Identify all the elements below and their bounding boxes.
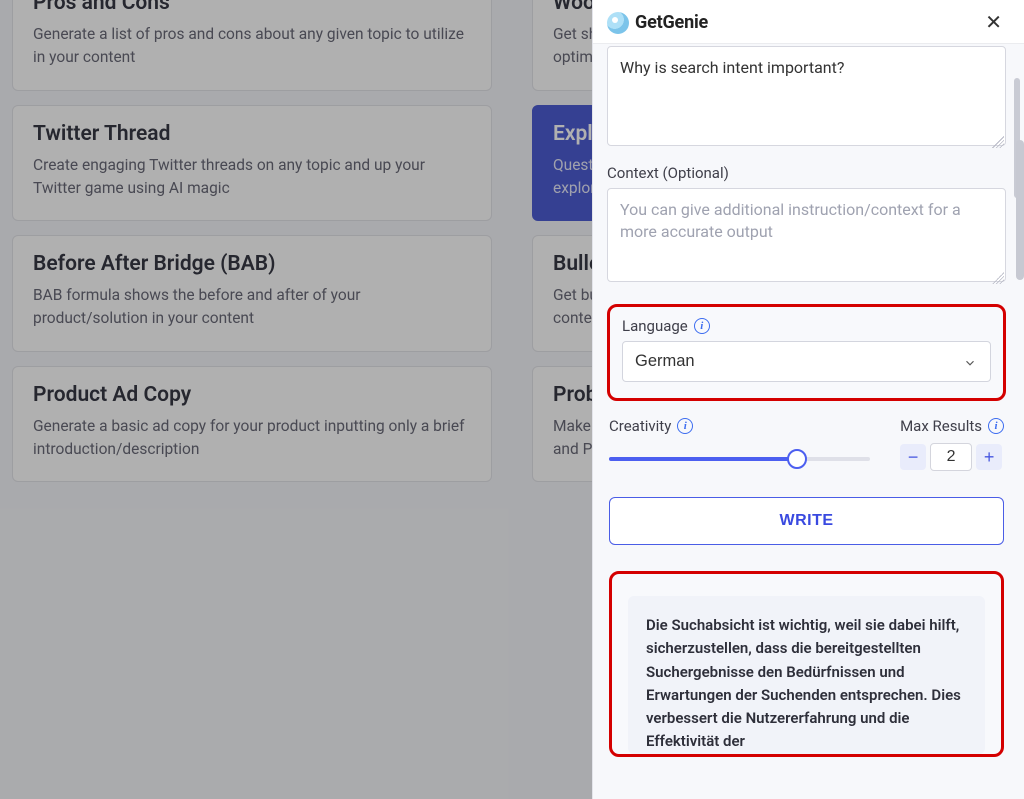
controls-row: Creativity i Max Results i − + [607,417,1006,473]
close-icon: ✕ [985,12,1002,34]
result-highlight: Die Suchabsicht ist wichtig, weil sie da… [609,571,1004,757]
language-highlight: Language i German [607,304,1006,401]
language-selected-value: German [635,352,695,370]
info-icon[interactable]: i [988,418,1004,434]
side-panel: GetGenie ✕ Context (Optional) Language i [592,0,1024,799]
info-icon[interactable]: i [677,418,693,434]
topic-textarea[interactable] [607,46,1006,146]
result-card[interactable]: Die Suchabsicht ist wichtig, weil sie da… [628,596,985,754]
page-scrollbar-thumb[interactable] [1016,140,1024,280]
maxresults-control: Max Results i − + [900,417,1004,473]
context-label: Context (Optional) [607,164,1006,182]
close-button[interactable]: ✕ [985,10,1002,35]
maxresults-label: Max Results [900,417,982,435]
brand-logo-icon [607,12,629,34]
brand: GetGenie [607,12,708,34]
language-label: Language i [622,317,991,335]
creativity-slider[interactable] [609,445,870,473]
chevron-down-icon [963,355,977,369]
language-select[interactable]: German [622,341,991,382]
info-icon[interactable]: i [694,318,710,334]
panel-body: Context (Optional) Language i German [593,44,1024,799]
panel-header: GetGenie ✕ [593,0,1024,44]
increment-button[interactable]: + [976,444,1002,470]
context-textarea[interactable] [607,188,1006,282]
write-button[interactable]: WRITE [609,497,1004,545]
decrement-button[interactable]: − [900,444,926,470]
maxresults-stepper: − + [900,443,1004,471]
slider-thumb-icon[interactable] [787,449,807,469]
brand-name: GetGenie [635,12,708,33]
result-text: Die Suchabsicht ist wichtig, weil sie da… [646,616,961,750]
creativity-control: Creativity i [609,417,870,473]
maxresults-input[interactable] [930,443,972,471]
creativity-label: Creativity [609,417,671,435]
language-label-text: Language [622,317,688,335]
